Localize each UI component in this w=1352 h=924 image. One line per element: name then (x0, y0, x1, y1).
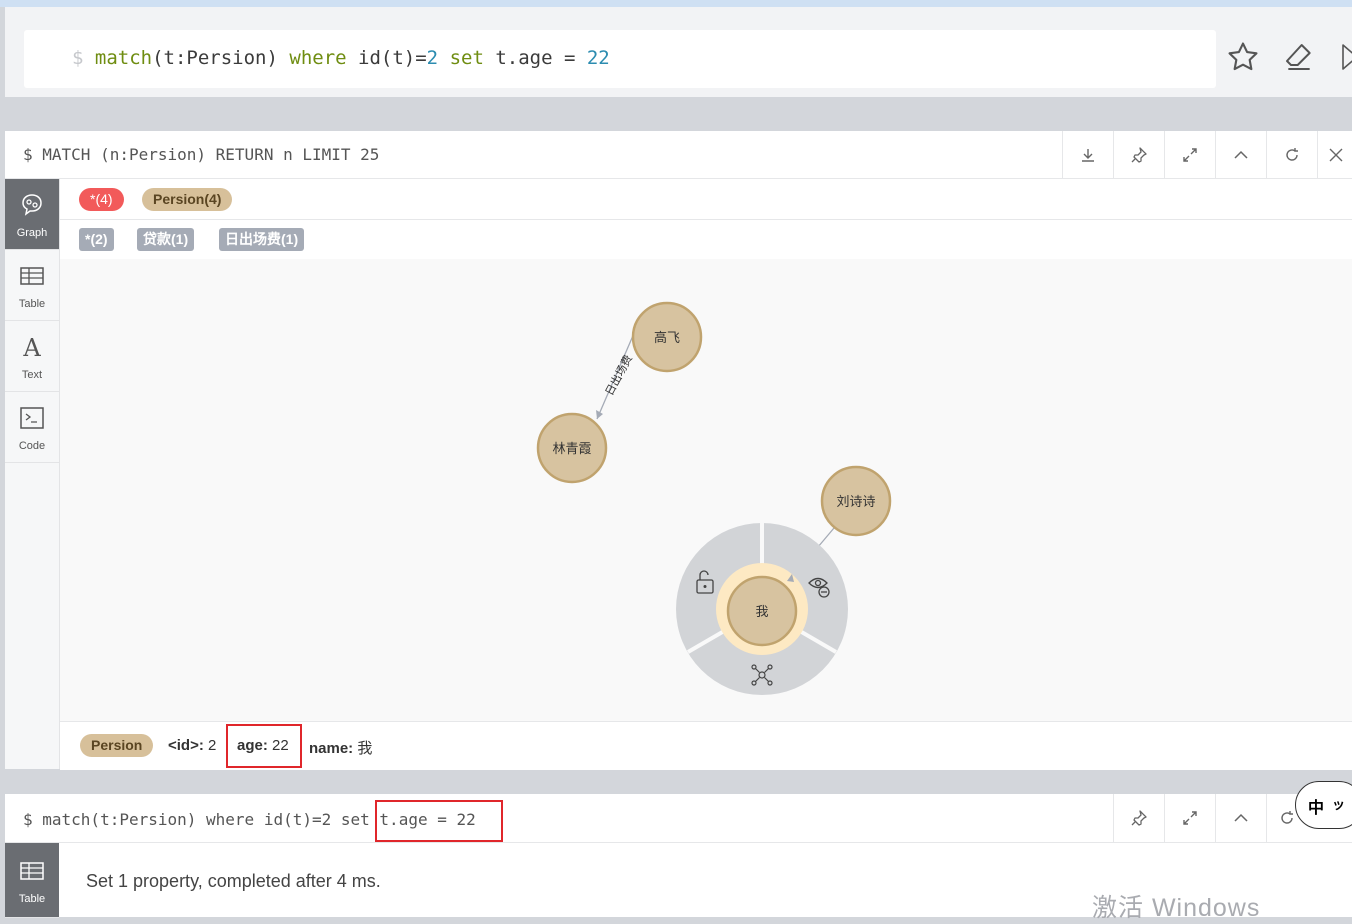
property-key: name: (309, 740, 354, 757)
collapse-button[interactable] (1215, 131, 1266, 178)
node-label-badge[interactable]: Persion (80, 734, 154, 757)
ime-char: 中 (1308, 800, 1325, 817)
tab-label: Table (18, 298, 46, 310)
download-button[interactable] (1062, 131, 1113, 178)
legend-persion-label[interactable]: Persion(4) (142, 188, 233, 211)
legend-all-relationships[interactable]: *(2) (79, 228, 114, 251)
refresh-icon (1281, 811, 1293, 824)
node-caption: 我 (755, 604, 768, 619)
highlight-box (226, 724, 302, 768)
graph-canvas[interactable]: 日出场费 高飞 林青霞 刘诗诗 我 (60, 259, 1352, 721)
favorite-button[interactable] (1223, 37, 1263, 77)
code-segment: t.age = (483, 47, 587, 69)
close-icon (1329, 148, 1342, 161)
pin-button[interactable] (1113, 131, 1164, 178)
node-legend: *(4) Persion(4) (60, 179, 1352, 220)
frame-title[interactable]: $ MATCH (n:Persion) RETURN n LIMIT 25 (23, 145, 379, 164)
relationship-legend: *(2) 贷款(1) 日出场费(1) (60, 219, 1352, 260)
graph-node[interactable]: 刘诗诗 (820, 465, 892, 537)
chevron-up-icon (1234, 150, 1248, 159)
property-id: <id>: 2 (168, 737, 216, 754)
pin-icon (1131, 810, 1147, 826)
property-key: <id>: (168, 737, 204, 754)
graph-svg[interactable]: 日出场费 高飞 林青霞 刘诗诗 我 (60, 259, 1352, 721)
collapse-button[interactable] (1215, 794, 1266, 842)
star-icon (1228, 42, 1258, 71)
tab-code[interactable]: Code (5, 392, 59, 463)
highlight-box (375, 800, 503, 842)
tab-table[interactable]: Table (5, 250, 59, 321)
run-button[interactable] (1335, 37, 1352, 77)
graph-icon (22, 194, 42, 216)
table-icon (20, 862, 44, 880)
windows-activation-watermark: 激活 Windows (1092, 894, 1261, 922)
keyword-match: match (94, 47, 153, 69)
ime-char: ッ (1332, 797, 1346, 812)
node-properties-bar: Persion <id>: 2 age: 22 name: 我 (60, 721, 1352, 770)
number-literal: 2 (426, 47, 439, 69)
expand-icon (1183, 147, 1197, 162)
graph-node[interactable]: 高飞 (631, 301, 703, 373)
svg-text:A: A (22, 334, 41, 361)
view-tabs: Graph Table A Text Code (5, 179, 60, 769)
rerun-button[interactable] (1266, 131, 1317, 178)
node-caption: 刘诗诗 (836, 494, 875, 509)
number-literal: 22 (586, 47, 610, 69)
keyword-set: set (438, 47, 484, 69)
editor-panel: $ match(t:Persion) where id(t)=2 set t.a… (5, 7, 1352, 97)
top-strip (0, 0, 1352, 7)
refresh-icon (1286, 147, 1298, 161)
fullscreen-button[interactable] (1164, 794, 1215, 842)
selected-graph-node[interactable]: 我 (726, 575, 798, 647)
legend-loan-relationship[interactable]: 贷款(1) (137, 228, 195, 251)
tab-table[interactable]: Table (5, 843, 59, 918)
ime-indicator[interactable]: 中 ッ (1295, 781, 1352, 829)
clear-button[interactable] (1279, 37, 1319, 77)
expand-icon (1183, 811, 1197, 825)
pin-button[interactable] (1113, 794, 1164, 842)
query-text[interactable]: $ match(t:Persion) where id(t)=2 set t.a… (72, 47, 610, 69)
text-icon: A (22, 334, 41, 361)
tab-label: Code (18, 440, 46, 452)
legend-all-nodes[interactable]: *(4) (79, 188, 124, 211)
result-message: Set 1 property, completed after 4 ms. (86, 871, 381, 891)
relationship-edge[interactable] (817, 527, 835, 548)
download-icon (1082, 148, 1094, 162)
tab-label: Table (18, 893, 46, 905)
code-icon (20, 407, 44, 429)
prompt-symbol: $ (72, 47, 84, 69)
edge-label: 日出场费 (602, 352, 635, 397)
property-name: name: 我 (309, 737, 372, 758)
keyword-where: where (289, 47, 347, 69)
result-frame-graph: $ MATCH (n:Persion) RETURN n LIMIT 25 Gr… (5, 131, 1352, 770)
play-icon (1342, 44, 1352, 70)
graph-node[interactable]: 林青霞 (536, 412, 608, 484)
tab-label: Graph (16, 227, 48, 239)
fullscreen-button[interactable] (1164, 131, 1215, 178)
query-editor[interactable]: $ match(t:Persion) where id(t)=2 set t.a… (24, 30, 1216, 88)
frame-divider (5, 842, 1352, 843)
title-prefix: $ match(t:Persion) where id(t)=2 set (23, 810, 380, 829)
tab-label: Text (21, 369, 43, 381)
table-icon (20, 267, 44, 285)
node-caption: 林青霞 (552, 441, 591, 456)
tab-graph[interactable]: Graph (5, 179, 59, 250)
code-segment: id(t)= (346, 47, 427, 69)
eraser-icon (1286, 44, 1311, 70)
pin-icon (1131, 146, 1147, 163)
relationship-edge[interactable]: 日出场费 (596, 330, 636, 420)
node-caption: 高飞 (654, 330, 680, 345)
property-value: 2 (208, 737, 217, 754)
property-value: 我 (357, 740, 373, 757)
close-button[interactable] (1317, 131, 1352, 178)
chevron-up-icon (1234, 813, 1248, 822)
legend-fee-relationship[interactable]: 日出场费(1) (219, 228, 305, 251)
tab-text[interactable]: A Text (5, 321, 59, 392)
code-segment: (t:Persion) (152, 47, 290, 69)
